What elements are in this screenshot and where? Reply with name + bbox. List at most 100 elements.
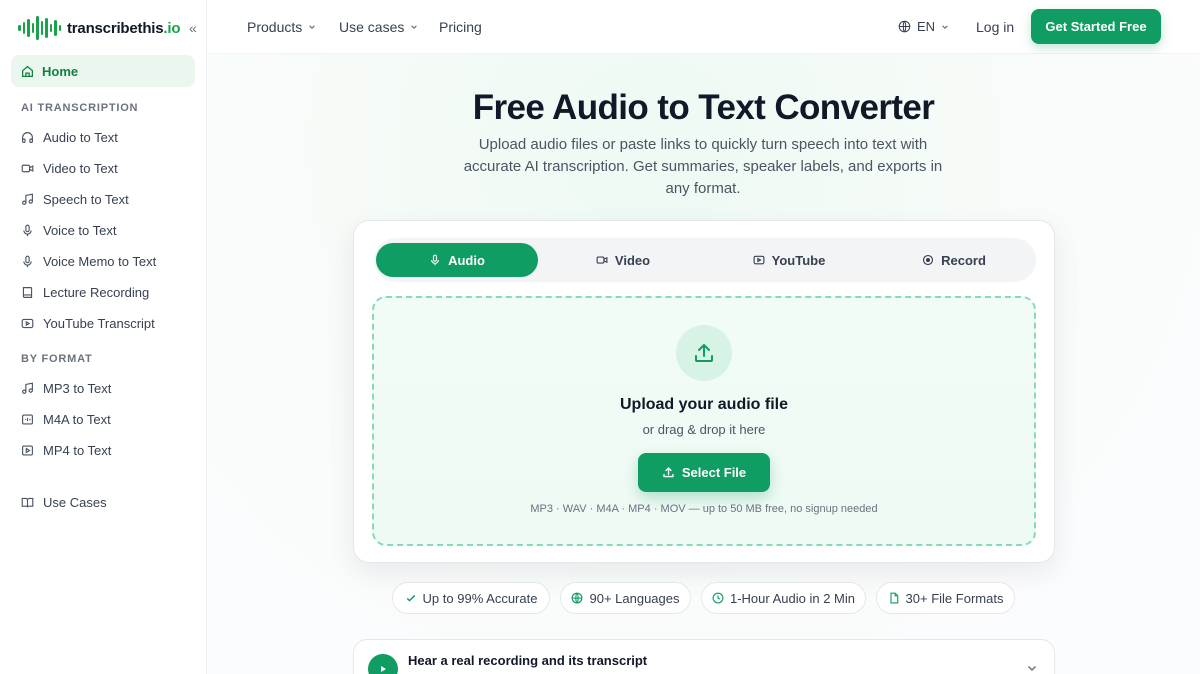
video-icon — [21, 164, 34, 172]
chevron-down-icon[interactable] — [1026, 662, 1038, 674]
nav-label: Pricing — [439, 19, 482, 35]
home-icon — [21, 65, 34, 77]
brand-name: transcribethis.io — [67, 19, 181, 37]
youtube-icon — [753, 255, 765, 265]
sidebar: transcribethis.io « Home AI TRANSCRIPTIO… — [0, 0, 207, 674]
brand-logo[interactable]: transcribethis.io — [18, 14, 181, 42]
login-link[interactable]: Log in — [976, 19, 1014, 35]
globe-icon — [572, 592, 583, 604]
book-icon — [22, 286, 33, 298]
top-header: Products Use cases Pricing EN Log in Get… — [207, 0, 1200, 54]
sidebar-item-label: YouTube Transcript — [43, 315, 155, 331]
badge-speed: 1-Hour Audio in 2 Min — [701, 582, 866, 614]
nav-label: Products — [247, 19, 303, 35]
section-label-by-format: BY FORMAT — [21, 353, 93, 365]
sample-recording-panel[interactable]: Hear a real recording and its transcript — [353, 639, 1055, 674]
tab-label: Record — [941, 252, 986, 268]
page-subtitle: Upload audio files or paste links to qui… — [463, 136, 943, 197]
badge-label: Up to 99% Accurate — [422, 590, 538, 606]
source-tabs: Audio Video YouTube Record — [374, 238, 1036, 282]
music-note-icon — [22, 382, 33, 394]
sidebar-item-label: Voice to Text — [43, 222, 117, 238]
button-label: Select File — [681, 465, 747, 480]
sidebar-item-label: Use Cases — [43, 494, 107, 510]
sidebar-item-mp4-to-text[interactable]: MP4 to Text — [21, 440, 111, 460]
language-label: EN — [917, 19, 936, 34]
sidebar-item-label: M4A to Text — [43, 411, 111, 427]
sidebar-item-label: Voice Memo to Text — [43, 253, 157, 269]
upload-icon — [663, 467, 674, 478]
tab-video[interactable]: Video — [542, 243, 704, 277]
tab-record[interactable]: Record — [874, 243, 1034, 277]
get-started-button[interactable]: Get Started Free — [1031, 9, 1161, 44]
sidebar-item-label: Speech to Text — [43, 191, 129, 207]
sidebar-item-voice-memo-to-text[interactable]: Voice Memo to Text — [21, 251, 156, 271]
microphone-icon — [23, 255, 32, 267]
badge-label: 90+ Languages — [589, 590, 680, 606]
sidebar-item-lecture-recording[interactable]: Lecture Recording — [21, 282, 149, 302]
video-icon — [596, 256, 608, 264]
sidebar-item-label: MP3 to Text — [43, 380, 112, 396]
sidebar-item-label: Audio to Text — [43, 129, 118, 145]
clock-icon — [712, 592, 724, 604]
sidebar-item-audio-to-text[interactable]: Audio to Text — [21, 127, 118, 147]
nav-products-dropdown[interactable]: Products — [247, 19, 316, 35]
sidebar-item-label: MP4 to Text — [43, 442, 112, 458]
badge-label: 30+ File Formats — [905, 590, 1004, 606]
main-content: Free Audio to Text Converter Upload audi… — [207, 54, 1200, 674]
tab-label: Audio — [448, 252, 485, 268]
play-box-icon — [22, 444, 33, 456]
nav-use-cases-dropdown[interactable]: Use cases — [339, 19, 418, 35]
sidebar-item-label: Home — [42, 63, 79, 79]
upload-icon — [695, 344, 713, 362]
file-icon — [889, 592, 898, 604]
supported-formats-note: MP3 · WAV · M4A · MP4 · MOV — up to 50 M… — [530, 503, 878, 515]
tab-label: Video — [614, 252, 651, 268]
play-button[interactable] — [368, 654, 398, 674]
globe-icon — [898, 20, 911, 33]
badge-formats: 30+ File Formats — [876, 582, 1015, 614]
record-icon — [923, 254, 934, 266]
youtube-icon — [21, 318, 34, 328]
sidebar-item-speech-to-text[interactable]: Speech to Text — [21, 189, 129, 209]
chevron-down-icon — [411, 25, 418, 30]
file-dropzone[interactable]: Upload your audio file or drag & drop it… — [372, 296, 1036, 546]
badge-languages: 90+ Languages — [560, 582, 691, 614]
sidebar-item-label: Lecture Recording — [43, 284, 150, 300]
microphone-icon — [431, 254, 440, 266]
dropzone-title: Upload your audio file — [619, 396, 788, 413]
language-selector[interactable]: EN — [898, 19, 949, 34]
upload-card: Audio Video YouTube Record Upload your a… — [353, 220, 1055, 563]
select-file-button[interactable]: Select File — [638, 453, 770, 492]
play-icon — [381, 666, 386, 672]
sidebar-item-label: Video to Text — [43, 160, 118, 176]
sidebar-item-mp3-to-text[interactable]: MP3 to Text — [21, 378, 111, 398]
tab-label: YouTube — [771, 252, 826, 268]
badge-label: 1-Hour Audio in 2 Min — [729, 590, 855, 606]
badge-accuracy: Up to 99% Accurate — [392, 582, 550, 614]
nav-label: Use cases — [339, 19, 405, 35]
file-audio-icon — [22, 413, 33, 425]
sidebar-item-youtube-transcript[interactable]: YouTube Transcript — [21, 313, 155, 333]
tab-youtube[interactable]: YouTube — [708, 243, 870, 277]
upload-icon-circle — [676, 325, 732, 381]
chevron-down-icon — [942, 24, 948, 29]
section-label-ai-transcription: AI TRANSCRIPTION — [21, 102, 139, 114]
sidebar-item-voice-to-text[interactable]: Voice to Text — [21, 220, 116, 240]
sidebar-item-video-to-text[interactable]: Video to Text — [21, 158, 118, 178]
sidebar-item-use-cases[interactable]: Use Cases — [21, 492, 107, 512]
headphones-icon — [22, 131, 33, 143]
sidebar-item-m4a-to-text[interactable]: M4A to Text — [21, 409, 111, 429]
collapse-sidebar-button[interactable]: « — [189, 20, 197, 36]
open-book-icon — [21, 497, 34, 507]
page-title: Free Audio to Text Converter — [472, 88, 935, 127]
sidebar-item-home[interactable]: Home — [11, 55, 195, 87]
dropzone-subtitle: or drag & drop it here — [642, 422, 766, 437]
check-icon — [406, 594, 415, 602]
microphone-icon — [23, 224, 32, 236]
nav-pricing-link[interactable]: Pricing — [439, 19, 482, 35]
music-note-icon — [22, 193, 33, 205]
waveform-logo-icon — [18, 14, 61, 42]
chevron-down-icon — [309, 25, 316, 30]
tab-audio[interactable]: Audio — [376, 243, 538, 277]
